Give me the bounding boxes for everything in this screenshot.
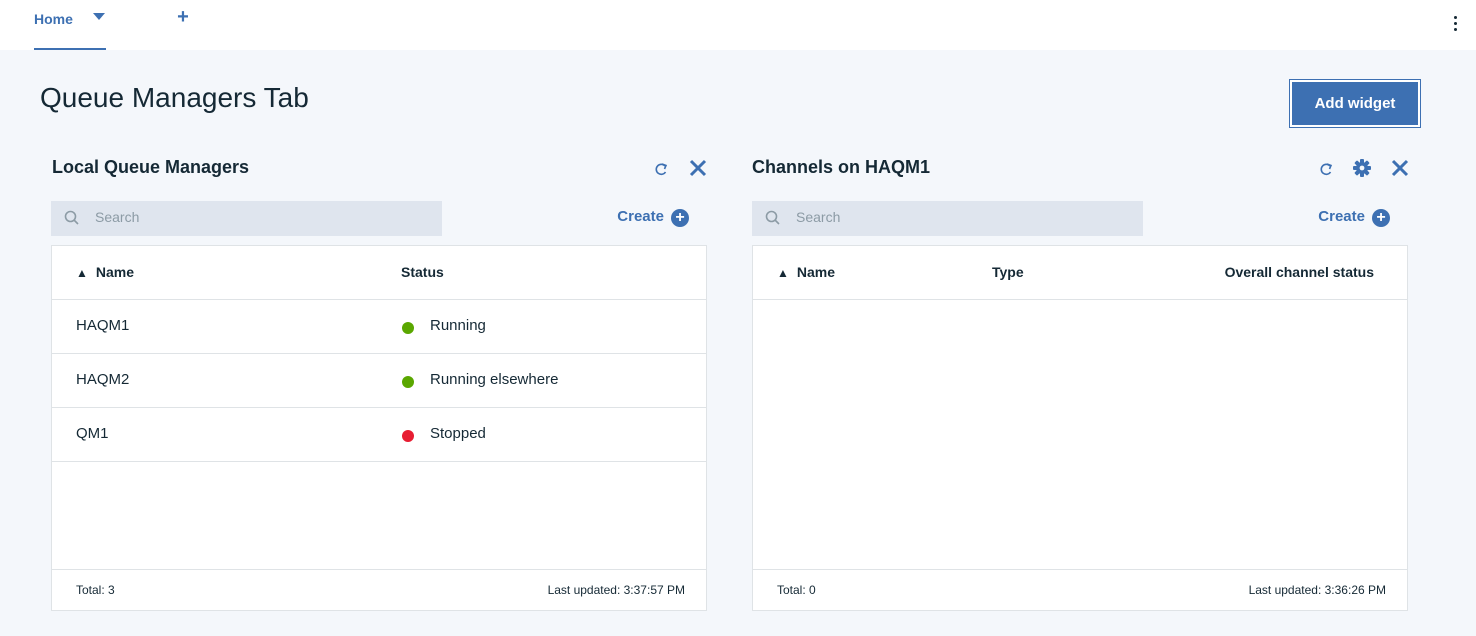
queue-manager-name: HAQM2 [76,371,130,388]
local-queue-managers-table: ▲ Name Status HAQM1 Running HAQM2 Running… [51,245,707,611]
queue-manager-status: Stopped [430,425,486,442]
search-input[interactable]: Search [51,201,442,236]
tab-home-label: Home [34,11,73,27]
search-icon [64,210,80,231]
queue-manager-name: HAQM1 [76,317,130,334]
status-dot-icon [402,376,414,388]
status-dot-icon [402,430,414,442]
column-header-type[interactable]: Type [992,264,1024,280]
status-dot-icon [402,322,414,334]
column-header-status[interactable]: Status [401,264,444,280]
search-placeholder: Search [95,209,140,225]
table-footer: Total: 3 Last updated: 3:37:57 PM [52,569,706,611]
search-placeholder: Search [796,209,841,225]
column-header-name-label: Name [796,264,836,280]
total-count: Total: 0 [777,583,816,597]
table-header: ▲ Name Status [52,246,706,300]
add-circle-icon: + [671,209,689,227]
refresh-icon[interactable] [1318,157,1334,179]
close-icon[interactable] [1390,157,1410,179]
create-button[interactable]: Create + [1261,206,1390,230]
create-label: Create [617,208,664,225]
add-icon[interactable]: + [174,6,192,28]
column-header-name[interactable]: ▲ Name [76,264,134,280]
overflow-menu-icon[interactable] [1446,10,1466,38]
widget-title-channels: Channels on HAQM1 [752,157,931,177]
search-input[interactable]: Search [752,201,1143,236]
channels-table: ▲ Name Type Overall channel status Total:… [752,245,1408,611]
add-widget-button[interactable]: Add widget [1289,79,1421,128]
widget-title-local-queue-managers: Local Queue Managers [52,157,250,177]
table-row[interactable]: HAQM2 Running elsewhere [52,354,706,408]
queue-manager-status: Running [430,317,486,334]
sort-ascending-icon: ▲ [777,266,789,280]
total-count: Total: 3 [76,583,115,597]
close-icon[interactable] [688,157,708,179]
refresh-icon[interactable] [653,157,669,179]
table-header: ▲ Name Type Overall channel status [753,246,1407,300]
create-button[interactable]: Create + [560,206,689,230]
add-circle-icon: + [1372,209,1390,227]
queue-manager-name: QM1 [76,425,109,442]
queue-manager-status: Running elsewhere [430,371,559,388]
column-header-overall-channel-status[interactable]: Overall channel status [1225,264,1374,280]
gear-icon[interactable] [1352,157,1372,179]
table-row[interactable]: HAQM1 Running [52,300,706,354]
create-label: Create [1318,208,1365,225]
table-footer: Total: 0 Last updated: 3:36:26 PM [753,569,1407,611]
search-icon [765,210,781,231]
chevron-down-icon[interactable] [93,13,105,20]
last-updated: Last updated: 3:37:57 PM [547,583,685,597]
tab-home[interactable]: Home [34,0,106,50]
table-row[interactable]: QM1 Stopped [52,408,706,462]
tab-bar: Home + [0,0,1476,50]
sort-ascending-icon: ▲ [76,266,88,280]
last-updated: Last updated: 3:36:26 PM [1248,583,1386,597]
page-title: Queue Managers Tab [40,82,309,113]
column-header-name-label: Name [95,264,135,280]
column-header-name[interactable]: ▲ Name [777,264,835,280]
